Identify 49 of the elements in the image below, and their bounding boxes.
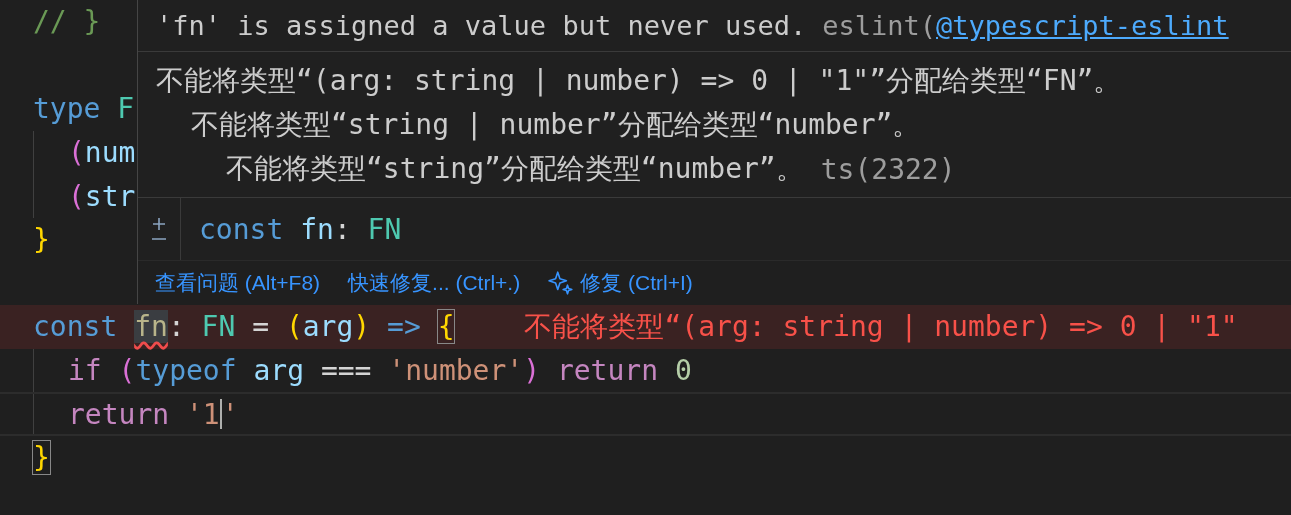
code-keyword: const [33, 310, 119, 344]
action-link[interactable]: 快速修复... (Ctrl+.) [348, 268, 521, 297]
lint-source: eslint( [822, 10, 936, 41]
lint-message: 'fn' is assigned a value but never used. [156, 10, 807, 41]
sparkle-icon [548, 269, 575, 296]
code-type: FN [367, 212, 402, 246]
code-string: '1 [186, 397, 220, 431]
text-cursor [219, 399, 222, 430]
code-keyword: if [68, 354, 103, 388]
code-string: ' [221, 397, 239, 431]
code-identifier: fn [300, 212, 334, 246]
code-number: 0 [674, 354, 692, 388]
code-text: = [251, 310, 271, 344]
code-keyword: typeof [135, 354, 238, 388]
code-type: F [117, 92, 135, 126]
code-paren: ) [523, 354, 541, 388]
code-paren: ( [68, 136, 85, 170]
code-text: === [319, 354, 373, 388]
inline-error-message: 不能将类型“(arg: string | number) => 0 | "1" [524, 308, 1238, 345]
code-keyword: const [199, 212, 285, 246]
code-paren: ( [68, 179, 85, 213]
code-identifier: str [84, 179, 136, 213]
action-link[interactable]: 查看问题 (Alt+F8) [155, 268, 321, 297]
code-text: : [333, 212, 352, 246]
code-keyword: => [386, 310, 422, 344]
code-identifier: num [84, 136, 136, 170]
code-text: : [167, 310, 186, 344]
code-brace: } [33, 223, 50, 257]
rule-link[interactable]: @typescript-eslint [936, 10, 1229, 41]
code-brace: { [437, 310, 455, 344]
code-string: 'number' [388, 354, 524, 388]
code-identifier: arg [302, 310, 354, 344]
fix-link[interactable]: 修复 (Ctrl+I) [548, 268, 693, 297]
code-paren: ( [118, 354, 136, 388]
type-error-message: 不能将类型“(arg: string | number) => 0 | "1"”分配给类型“FN”。 [156, 63, 1122, 99]
plus-minus-icon[interactable] [149, 216, 169, 242]
code-brace: ( [285, 310, 303, 344]
type-error-message: 不能将类型“string”分配给类型“number”。 [226, 151, 804, 187]
code-brace: } [33, 441, 50, 475]
code-keyword: return [555, 354, 660, 388]
type-error-message: 不能将类型“string | number”分配给类型“number”。 [191, 107, 921, 143]
code-type: FN [201, 310, 236, 344]
code-keyword: type [33, 92, 102, 126]
code-identifier: fn [134, 310, 168, 344]
code-comment: // } [33, 5, 101, 39]
code-identifier: arg [253, 354, 305, 388]
code-keyword: return [68, 397, 171, 431]
error-code: ts(2322) [820, 152, 956, 186]
code-brace: ) [353, 310, 371, 344]
